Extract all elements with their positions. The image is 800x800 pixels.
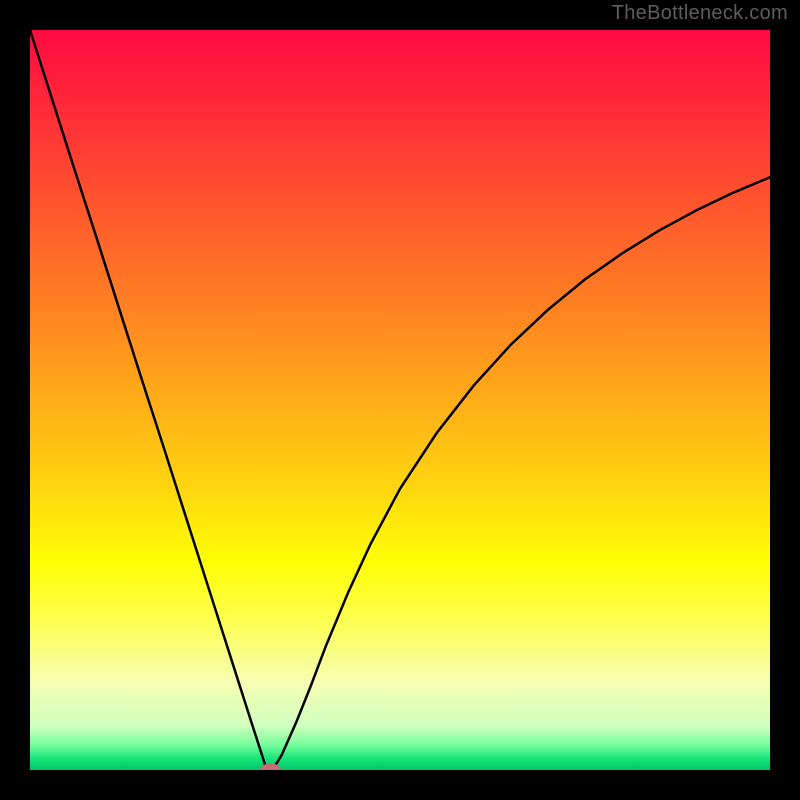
plot-area xyxy=(30,30,770,770)
gradient-background xyxy=(30,30,770,770)
chart-svg xyxy=(30,30,770,770)
chart-container: TheBottleneck.com xyxy=(0,0,800,800)
watermark-text: TheBottleneck.com xyxy=(612,2,788,25)
